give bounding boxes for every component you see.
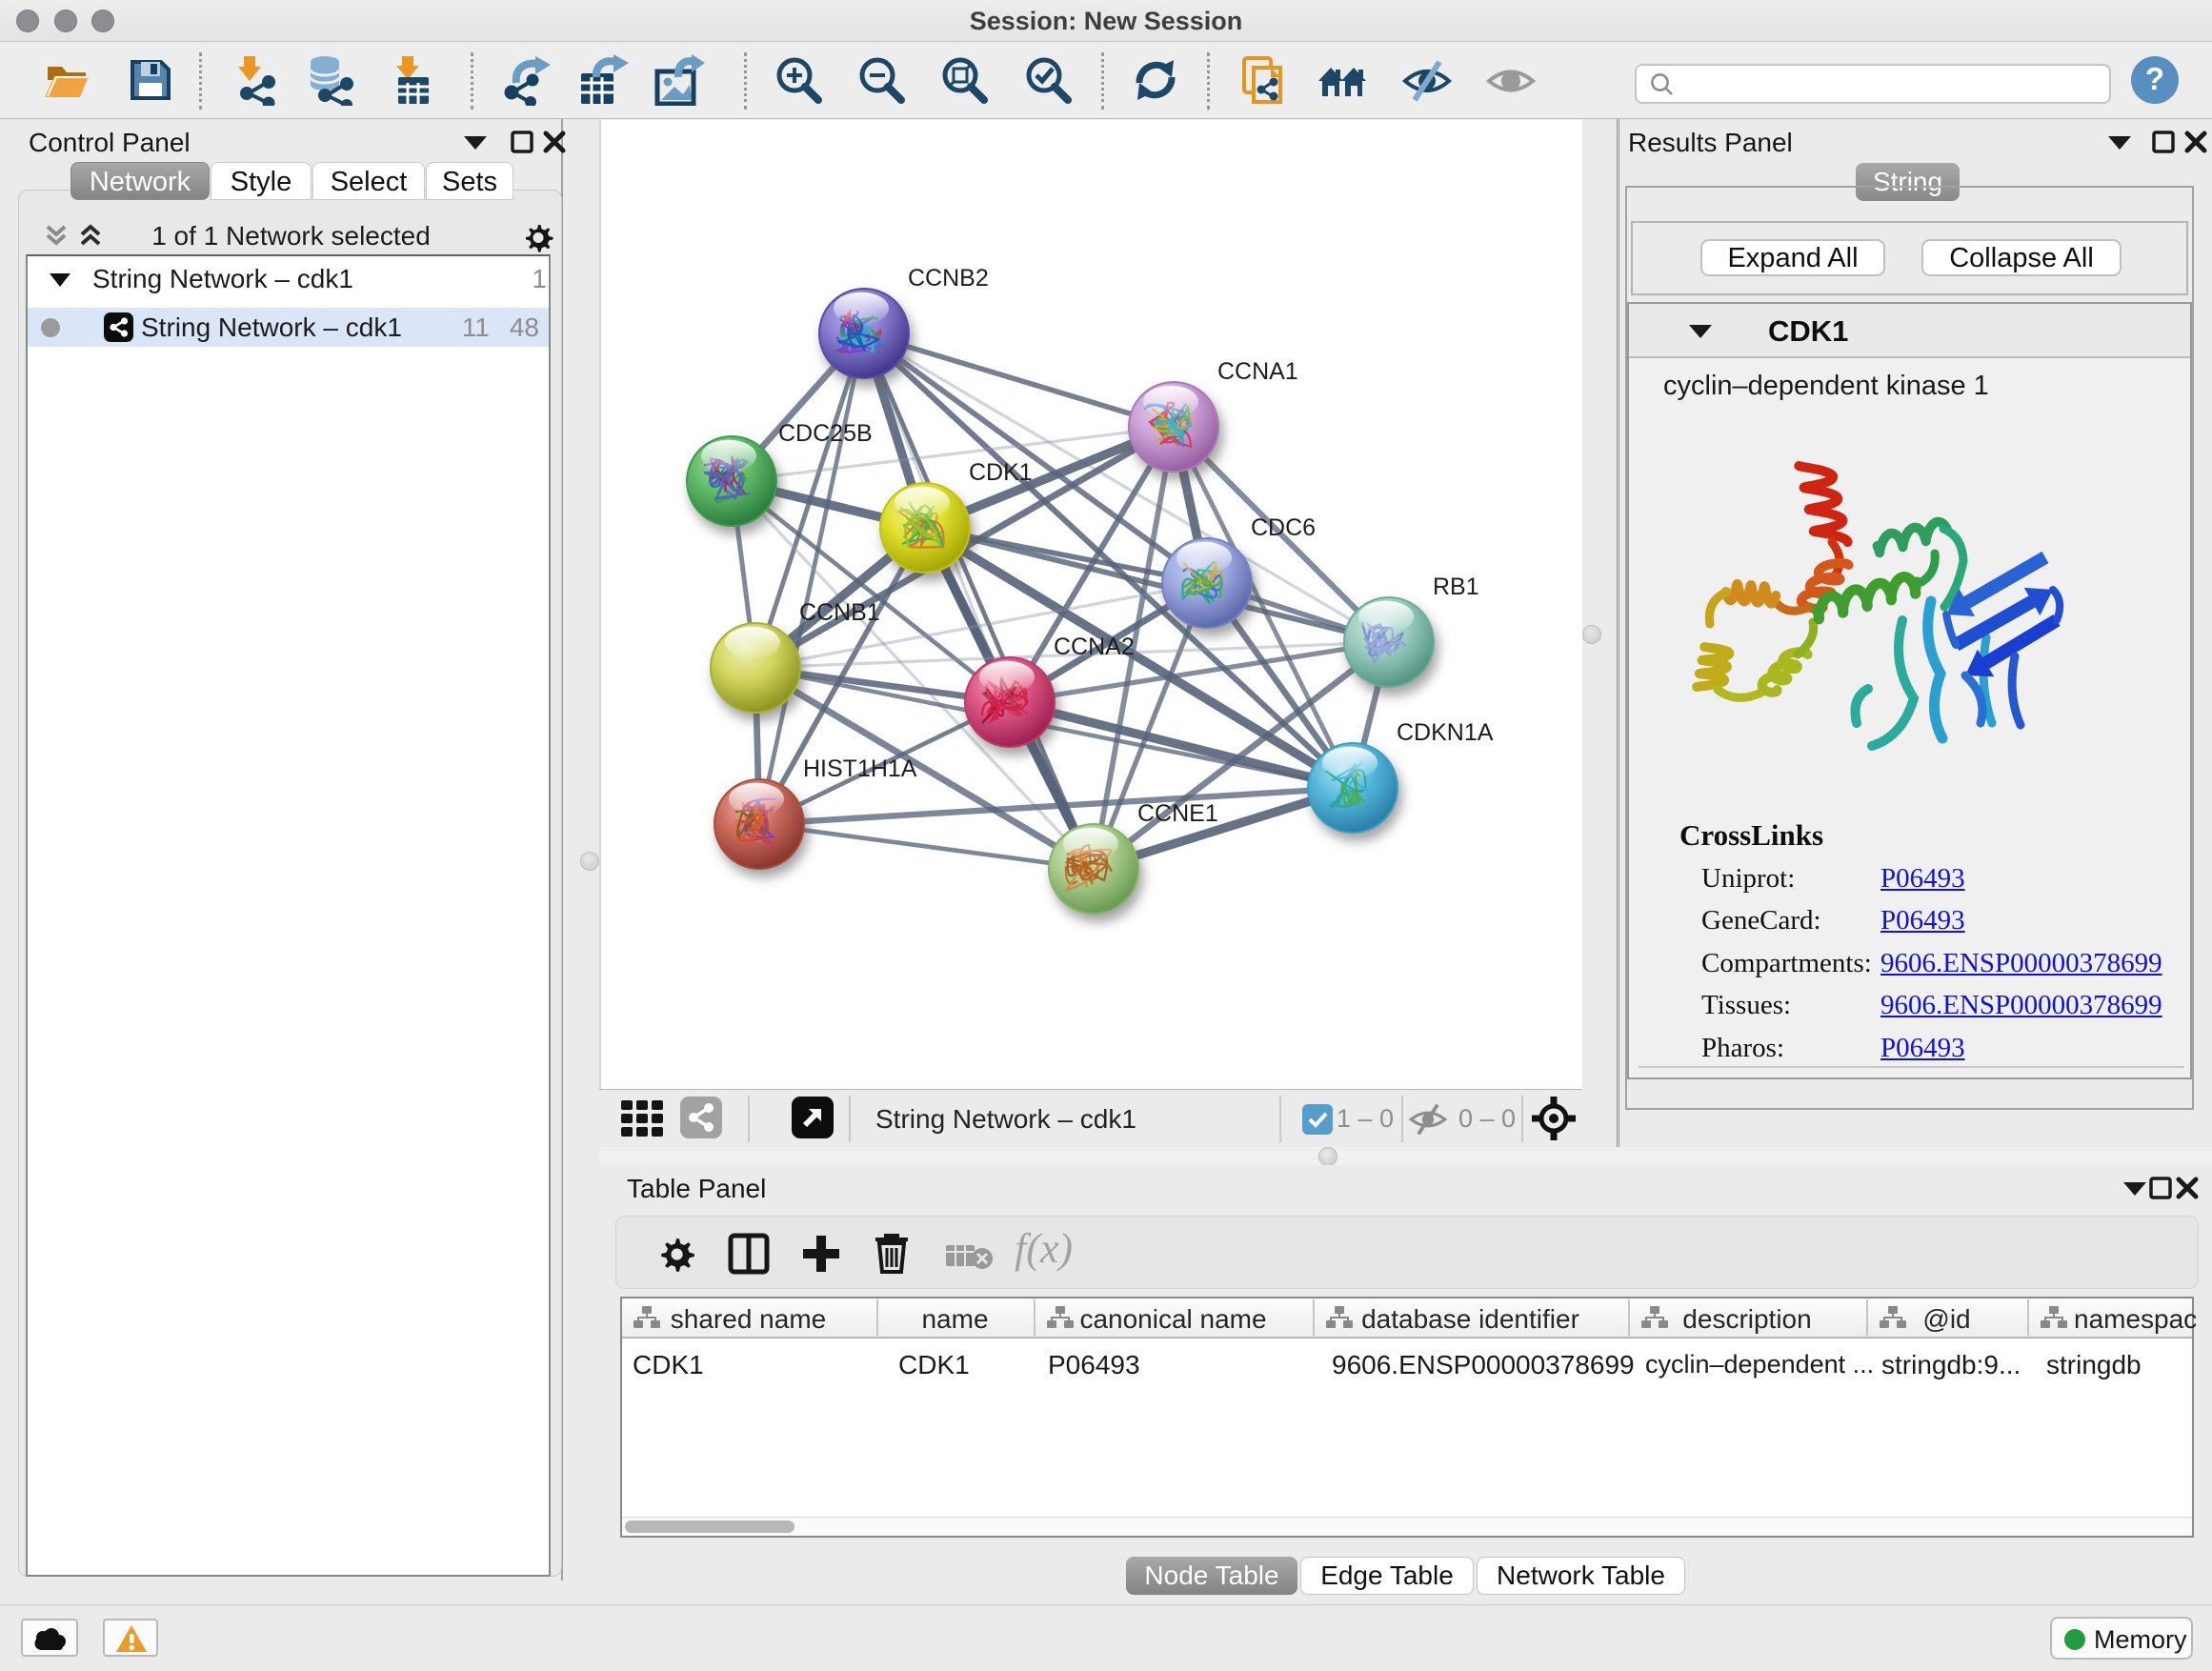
svg-text:CDC6: CDC6	[1251, 514, 1316, 541]
svg-text:CDC25B: CDC25B	[778, 420, 873, 447]
svg-text:CCNB1: CCNB1	[799, 599, 880, 626]
svg-text:CCNE1: CCNE1	[1137, 800, 1218, 827]
svg-text:CCNA1: CCNA1	[1217, 358, 1298, 385]
svg-text:CDK1: CDK1	[969, 459, 1033, 486]
svg-text:CDKN1A: CDKN1A	[1397, 719, 1494, 746]
svg-text:HIST1H1A: HIST1H1A	[803, 755, 917, 782]
svg-text:CCNB2: CCNB2	[908, 265, 989, 292]
svg-text:CCNA2: CCNA2	[1054, 634, 1135, 660]
svg-text:RB1: RB1	[1433, 574, 1479, 600]
